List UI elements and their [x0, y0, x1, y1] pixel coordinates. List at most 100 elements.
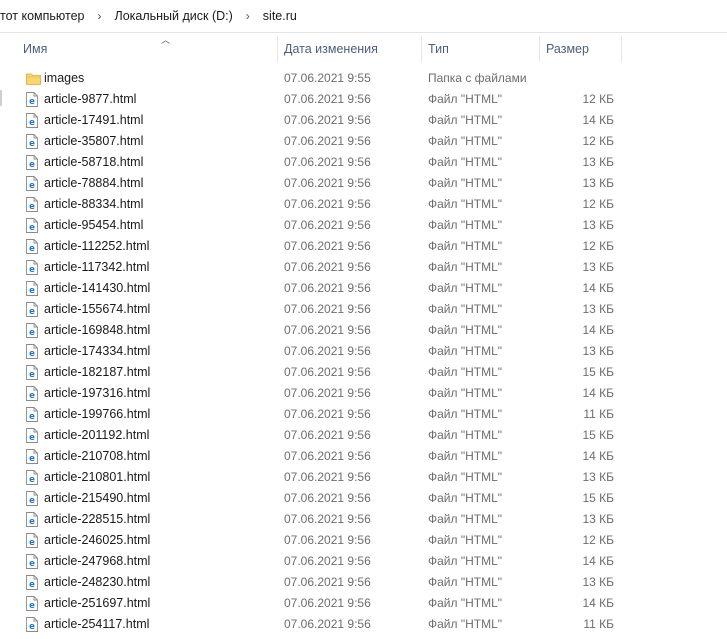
svg-text:e: e: [29, 433, 35, 443]
svg-text:e: e: [29, 601, 35, 611]
file-name: article-197316.html: [44, 386, 151, 400]
file-name: article-9877.html: [44, 92, 137, 106]
list-item[interactable]: e article-228515.html 07.06.2021 9:56 Файл …: [0, 509, 727, 530]
address-bar[interactable]: тот компьютер › Локальный диск (D:) › si…: [0, 0, 727, 33]
list-item[interactable]: e article-9877.html 07.06.2021 9:56 Файл "H…: [0, 89, 727, 110]
file-type: Папка с файлами: [428, 71, 527, 85]
file-date: 07.06.2021 9:56: [284, 470, 371, 484]
list-item[interactable]: e article-174334.html 07.06.2021 9:56 Файл …: [0, 341, 727, 362]
svg-text:e: e: [29, 328, 35, 338]
file-size: 12 КБ: [582, 533, 614, 547]
column-header-type[interactable]: Тип: [422, 36, 540, 62]
svg-text:e: e: [29, 496, 35, 506]
list-item[interactable]: e article-112252.html 07.06.2021 9:56 Файл …: [0, 236, 727, 257]
list-item[interactable]: e article-155674.html 07.06.2021 9:56 Файл …: [0, 299, 727, 320]
file-name: article-174334.html: [44, 344, 151, 358]
file-name: article-141430.html: [44, 281, 151, 295]
file-date: 07.06.2021 9:56: [284, 617, 371, 631]
list-item[interactable]: images 07.06.2021 9:55 Папка с файлами: [0, 68, 727, 89]
file-name: article-254117.html: [44, 617, 150, 631]
html-file-icon: e: [26, 176, 40, 191]
file-date: 07.06.2021 9:55: [284, 71, 371, 85]
file-size: 14 КБ: [582, 281, 614, 295]
svg-text:e: e: [29, 139, 35, 149]
html-file-icon: e: [26, 344, 40, 359]
svg-text:e: e: [29, 265, 35, 275]
list-item[interactable]: e article-197316.html 07.06.2021 9:56 Файл …: [0, 383, 727, 404]
breadcrumb-this-pc[interactable]: тот компьютер: [0, 9, 87, 23]
file-name: article-117342.html: [44, 260, 150, 274]
list-item[interactable]: e article-246025.html 07.06.2021 9:56 Файл …: [0, 530, 727, 551]
list-item[interactable]: e article-117342.html 07.06.2021 9:56 Файл …: [0, 257, 727, 278]
file-date: 07.06.2021 9:56: [284, 134, 371, 148]
file-name: article-246025.html: [44, 533, 151, 547]
html-file-icon: e: [26, 113, 40, 128]
list-item[interactable]: e article-88334.html 07.06.2021 9:56 Файл "…: [0, 194, 727, 215]
file-date: 07.06.2021 9:56: [284, 554, 371, 568]
list-item[interactable]: e article-215490.html 07.06.2021 9:56 Файл …: [0, 488, 727, 509]
file-size: 14 КБ: [582, 596, 614, 610]
file-size: 11 КБ: [583, 617, 614, 631]
svg-text:e: e: [29, 580, 35, 590]
list-item[interactable]: e article-78884.html 07.06.2021 9:56 Файл "…: [0, 173, 727, 194]
file-type: Файл "HTML": [428, 407, 503, 421]
html-file-icon: e: [26, 365, 40, 380]
list-item[interactable]: e article-58718.html 07.06.2021 9:56 Файл "…: [0, 152, 727, 173]
file-size: [540, 68, 614, 89]
html-file-icon: e: [26, 155, 40, 170]
list-item[interactable]: e article-17491.html 07.06.2021 9:56 Файл "…: [0, 110, 727, 131]
list-item[interactable]: e article-95454.html 07.06.2021 9:56 Файл "…: [0, 215, 727, 236]
list-item[interactable]: e article-251697.html 07.06.2021 9:56 Файл …: [0, 593, 727, 614]
list-item[interactable]: e article-248230.html 07.06.2021 9:56 Файл …: [0, 572, 727, 593]
file-size: 14 КБ: [582, 323, 614, 337]
breadcrumb-chevron-icon[interactable]: ›: [241, 9, 255, 23]
svg-text:e: e: [29, 391, 35, 401]
file-date: 07.06.2021 9:56: [284, 344, 371, 358]
file-size: 12 КБ: [582, 134, 614, 148]
list-item[interactable]: e article-182187.html 07.06.2021 9:56 Файл …: [0, 362, 727, 383]
file-size: 12 КБ: [582, 239, 614, 253]
column-header-date-label: Дата изменения: [284, 42, 378, 56]
list-item[interactable]: e article-35807.html 07.06.2021 9:56 Файл "…: [0, 131, 727, 152]
svg-text:e: e: [29, 349, 35, 359]
column-header-date[interactable]: Дата изменения: [278, 36, 422, 62]
file-type: Файл "HTML": [428, 428, 503, 442]
html-file-icon: e: [26, 407, 40, 422]
column-header-size[interactable]: Размер: [540, 36, 622, 62]
list-item[interactable]: e article-141430.html 07.06.2021 9:56 Файл …: [0, 278, 727, 299]
list-item[interactable]: e article-201192.html 07.06.2021 9:56 Файл …: [0, 425, 727, 446]
file-size: 13 КБ: [582, 260, 614, 274]
breadcrumb-local-disk[interactable]: Локальный диск (D:): [113, 9, 235, 23]
svg-text:e: e: [29, 307, 35, 317]
breadcrumb-site-folder[interactable]: site.ru: [261, 9, 299, 23]
html-file-icon: e: [26, 197, 40, 212]
file-type: Файл "HTML": [428, 92, 503, 106]
file-name: article-169848.html: [44, 323, 151, 337]
column-header-type-label: Тип: [428, 42, 449, 56]
breadcrumb-chevron-icon[interactable]: ›: [93, 9, 107, 23]
file-type: Файл "HTML": [428, 491, 503, 505]
svg-text:e: e: [29, 538, 35, 548]
html-file-icon: e: [26, 134, 40, 149]
file-name: article-248230.html: [44, 575, 151, 589]
file-date: 07.06.2021 9:56: [284, 512, 371, 526]
folder-icon: [26, 71, 41, 86]
list-item[interactable]: e article-247968.html 07.06.2021 9:56 Файл …: [0, 551, 727, 572]
file-size: 13 КБ: [582, 302, 614, 316]
file-date: 07.06.2021 9:56: [284, 155, 371, 169]
file-date: 07.06.2021 9:56: [284, 197, 371, 211]
svg-text:e: e: [29, 181, 35, 191]
list-item[interactable]: e article-254117.html 07.06.2021 9:56 Файл …: [0, 614, 727, 635]
file-size: 15 КБ: [582, 428, 614, 442]
column-header-name[interactable]: Имя ︿: [17, 35, 278, 62]
html-file-icon: e: [26, 323, 40, 338]
list-item[interactable]: e article-210708.html 07.06.2021 9:56 Файл …: [0, 446, 727, 467]
list-item[interactable]: e article-169848.html 07.06.2021 9:56 Файл …: [0, 320, 727, 341]
file-type: Файл "HTML": [428, 365, 503, 379]
file-type: Файл "HTML": [428, 239, 503, 253]
list-item[interactable]: e article-210801.html 07.06.2021 9:56 Файл …: [0, 467, 727, 488]
file-size: 15 КБ: [582, 491, 614, 505]
file-date: 07.06.2021 9:56: [284, 449, 371, 463]
list-item[interactable]: e article-199766.html 07.06.2021 9:56 Файл …: [0, 404, 727, 425]
file-size: 14 КБ: [582, 449, 614, 463]
